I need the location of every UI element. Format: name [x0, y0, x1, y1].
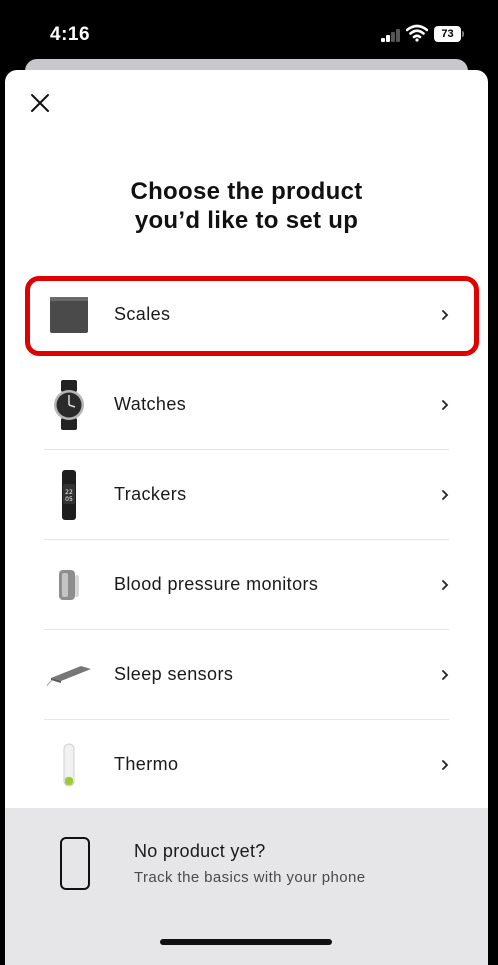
- footer-title: No product yet?: [134, 841, 266, 861]
- product-label: Thermo: [114, 754, 179, 774]
- status-time: 4:16: [50, 24, 91, 45]
- chevron-right-icon: [442, 310, 449, 320]
- product-label: Blood pressure monitors: [114, 574, 319, 594]
- no-product-yet-option[interactable]: No product yet? Track the basics with yo…: [5, 808, 488, 965]
- product-row-trackers[interactable]: 22 05 Trackers: [5, 450, 488, 540]
- sleep-sensor-icon: [45, 645, 93, 705]
- chevron-right-icon: [442, 670, 449, 680]
- chevron-right-icon: [442, 760, 449, 770]
- product-row-sleep-sensors[interactable]: Sleep sensors: [5, 630, 488, 720]
- product-row-thermo[interactable]: Thermo: [5, 720, 488, 810]
- home-indicator: [160, 939, 332, 945]
- chevron-right-icon: [442, 580, 449, 590]
- battery-icon: 73: [434, 26, 461, 42]
- product-label: Sleep sensors: [114, 664, 234, 684]
- product-row-blood-pressure-monitors[interactable]: Blood pressure monitors: [5, 540, 488, 630]
- wifi-icon: [406, 24, 428, 42]
- chevron-right-icon: [442, 490, 449, 500]
- watch-icon: [45, 375, 93, 435]
- product-label: Scales: [114, 304, 171, 324]
- svg-text:05: 05: [65, 496, 73, 503]
- page-title: Choose the product you’d like to set up: [130, 178, 363, 234]
- cellular-signal-icon: [381, 28, 403, 42]
- blood-pressure-monitor-icon: [45, 555, 93, 615]
- tracker-icon: 22 05: [45, 465, 93, 525]
- product-row-scales[interactable]: Scales: [5, 270, 488, 360]
- product-setup-sheet: Choose the product you’d like to set up …: [5, 70, 488, 965]
- footer-subtitle: Track the basics with your phone: [134, 869, 366, 886]
- phone-icon: [60, 837, 90, 890]
- chevron-right-icon: [442, 400, 449, 410]
- svg-text:22: 22: [65, 489, 73, 496]
- product-row-watches[interactable]: Watches: [5, 360, 488, 450]
- close-icon[interactable]: [29, 92, 51, 114]
- battery-tip: [462, 31, 464, 37]
- product-label: Trackers: [114, 484, 187, 504]
- thermometer-icon: [45, 735, 93, 795]
- product-list: Scales Watches 22 05 Trackers Blood pres…: [5, 270, 488, 810]
- scale-icon: [45, 285, 93, 345]
- product-label: Watches: [114, 394, 187, 414]
